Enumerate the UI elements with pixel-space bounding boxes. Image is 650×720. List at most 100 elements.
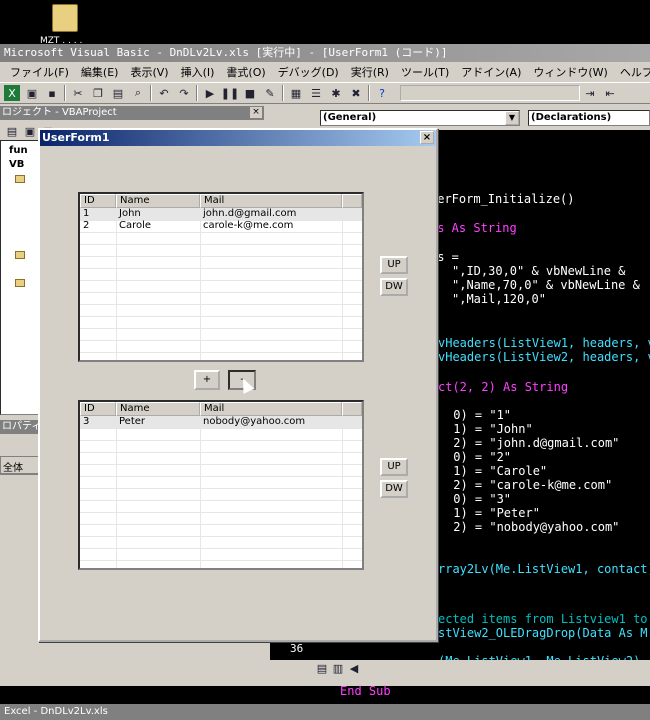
paste-icon[interactable]: ▤	[110, 85, 126, 101]
grid-line	[80, 476, 362, 477]
menu-insert[interactable]: 挿入(I)	[175, 64, 221, 80]
code-line[interactable]: 0) = "3"	[446, 492, 511, 506]
code-line[interactable]: rray2Lv(Me.ListView1, contact)	[438, 562, 650, 576]
project-close-button[interactable]: ×	[250, 107, 262, 118]
menu-help[interactable]: ヘルプ(H)	[614, 64, 650, 80]
column-header[interactable]: ID	[80, 194, 116, 208]
listview-2[interactable]: ID Name Mail 3 Peter nobody@yahoo.com	[78, 400, 364, 570]
procedure-combo[interactable]: (Declarations)	[528, 110, 650, 126]
indent-icon[interactable]: ⇥	[582, 85, 598, 101]
listview-1[interactable]: ID Name Mail 1 John john.d@gmail.com 2 Carole ca…	[78, 192, 364, 362]
menu-debug[interactable]: デバッグ(D)	[272, 64, 345, 80]
menu-file[interactable]: ファイル(F)	[4, 64, 75, 80]
code-line[interactable]: ",ID,30,0" & vbNewLine &	[452, 264, 625, 278]
insert-userform-icon[interactable]: ▣	[24, 85, 40, 101]
code-line[interactable]: vHeaders(ListView2, headers, v	[438, 350, 650, 364]
view-code-icon[interactable]: ▤	[4, 123, 20, 139]
add-button[interactable]: +	[194, 370, 220, 390]
taskbar[interactable]: Excel - DnDLv2Lv.xls	[0, 704, 650, 720]
code-line[interactable]: stView2_OLEDragDrop(Data As M	[438, 626, 648, 640]
tree-folder-icon[interactable]	[15, 279, 25, 287]
userform-titlebar[interactable]: UserForm1 ×	[40, 130, 436, 146]
tree-item-vb[interactable]: VB	[9, 159, 24, 170]
table-row[interactable]: 2 Carole carole-k@me.com	[80, 220, 362, 232]
table-row[interactable]: 1 John john.d@gmail.com	[80, 208, 362, 220]
cut-icon[interactable]: ✂	[70, 85, 86, 101]
code-line[interactable]: ected items from Listview1 to	[438, 612, 648, 626]
code-line[interactable]: ct(2, 2) As String	[438, 380, 568, 394]
column-header[interactable]: Mail	[200, 194, 342, 208]
toolbox-icon[interactable]: ✖	[348, 85, 364, 101]
column-header[interactable]: Mail	[200, 402, 342, 416]
toolbar-separator	[64, 85, 66, 101]
project-explorer-icon[interactable]: ▦	[288, 85, 304, 101]
code-line[interactable]: 1) = "Carole"	[446, 464, 547, 478]
code-line[interactable]: rs As String	[430, 221, 517, 235]
chevron-down-icon[interactable]: ▼	[505, 111, 519, 125]
save-icon[interactable]: ▪	[44, 85, 60, 101]
object-combo[interactable]: (General) ▼	[320, 110, 520, 126]
tree-folder-icon[interactable]	[15, 175, 25, 183]
column-header-filler	[342, 402, 362, 416]
column-header[interactable]: Name	[116, 194, 200, 208]
grid-line	[80, 292, 362, 293]
column-header[interactable]: Name	[116, 402, 200, 416]
code-line[interactable]: 1) = "John"	[446, 422, 532, 436]
listview-2-up-button[interactable]: UP	[380, 458, 408, 476]
design-mode-icon[interactable]: ✎	[262, 85, 278, 101]
menu-tools[interactable]: ツール(T)	[395, 64, 455, 80]
copy-icon[interactable]: ❐	[90, 85, 106, 101]
pause-icon[interactable]: ❚❚	[221, 85, 239, 101]
procedure-view-icon[interactable]: ▤	[314, 660, 330, 676]
tree-folder-icon[interactable]	[15, 251, 25, 259]
object-browser-icon[interactable]: ✱	[328, 85, 344, 101]
vbe-titlebar: Microsoft Visual Basic - DnDLv2Lv.xls [実…	[0, 44, 650, 62]
menu-addins[interactable]: アドイン(A)	[455, 64, 527, 80]
full-module-view-icon[interactable]: ▥	[330, 660, 346, 676]
code-line[interactable]: 0) = "1"	[446, 408, 511, 422]
outdent-icon[interactable]: ⇤	[602, 85, 618, 101]
tree-item-fun[interactable]: fun	[9, 145, 28, 156]
redo-icon[interactable]: ↷	[176, 85, 192, 101]
grid-line	[80, 256, 362, 257]
view-object-icon[interactable]: ▣	[22, 123, 38, 139]
properties-icon[interactable]: ☰	[308, 85, 324, 101]
menu-window[interactable]: ウィンドウ(W)	[527, 64, 613, 80]
code-line[interactable]: serForm_Initialize()	[430, 192, 575, 206]
scroll-left-icon[interactable]: ◀	[346, 660, 362, 676]
desktop-folder-icon[interactable]	[52, 4, 82, 38]
listview-1-up-button[interactable]: UP	[380, 256, 408, 274]
code-line[interactable]: 2) = "john.d@gmail.com"	[446, 436, 619, 450]
run-icon[interactable]: ▶	[202, 85, 218, 101]
help-icon[interactable]: ?	[374, 85, 390, 101]
stop-icon[interactable]: ■	[242, 85, 258, 101]
code-line[interactable]: ",Mail,120,0"	[452, 292, 546, 306]
menu-run[interactable]: 実行(R)	[345, 64, 395, 80]
table-cell: Peter	[119, 416, 146, 427]
code-line[interactable]: 2) = "nobody@yahoo.com"	[446, 520, 619, 534]
code-line[interactable]: End Sub	[340, 684, 391, 698]
grid-line	[80, 280, 362, 281]
grid-line	[80, 524, 362, 525]
listview-2-dw-button[interactable]: DW	[380, 480, 408, 498]
table-row[interactable]: 3 Peter nobody@yahoo.com	[80, 416, 362, 428]
table-cell: 3	[83, 416, 90, 427]
column-header[interactable]: ID	[80, 402, 116, 416]
code-line[interactable]: 1) = "Peter"	[446, 506, 540, 520]
grid-line	[80, 352, 362, 353]
code-line[interactable]: 2) = "carole-k@me.com"	[446, 478, 612, 492]
menu-edit[interactable]: 編集(E)	[75, 64, 125, 80]
vbe-menubar: ファイル(F) 編集(E) 表示(V) 挿入(I) 書式(O) デバッグ(D) …	[0, 62, 650, 82]
excel-icon[interactable]: X	[4, 85, 20, 101]
find-icon[interactable]: ⌕	[130, 85, 146, 101]
undo-icon[interactable]: ↶	[156, 85, 172, 101]
listview-1-dw-button[interactable]: DW	[380, 278, 408, 296]
menu-view[interactable]: 表示(V)	[124, 64, 174, 80]
grid-line	[80, 232, 362, 233]
userform-close-button[interactable]: ×	[420, 131, 434, 144]
code-line[interactable]: ",Name,70,0" & vbNewLine &	[452, 278, 640, 292]
properties-tab[interactable]: 全体	[0, 456, 40, 474]
code-line[interactable]: vHeaders(ListView1, headers, v	[438, 336, 650, 350]
code-line[interactable]: 0) = "2"	[446, 450, 511, 464]
menu-format[interactable]: 書式(O)	[220, 64, 271, 80]
